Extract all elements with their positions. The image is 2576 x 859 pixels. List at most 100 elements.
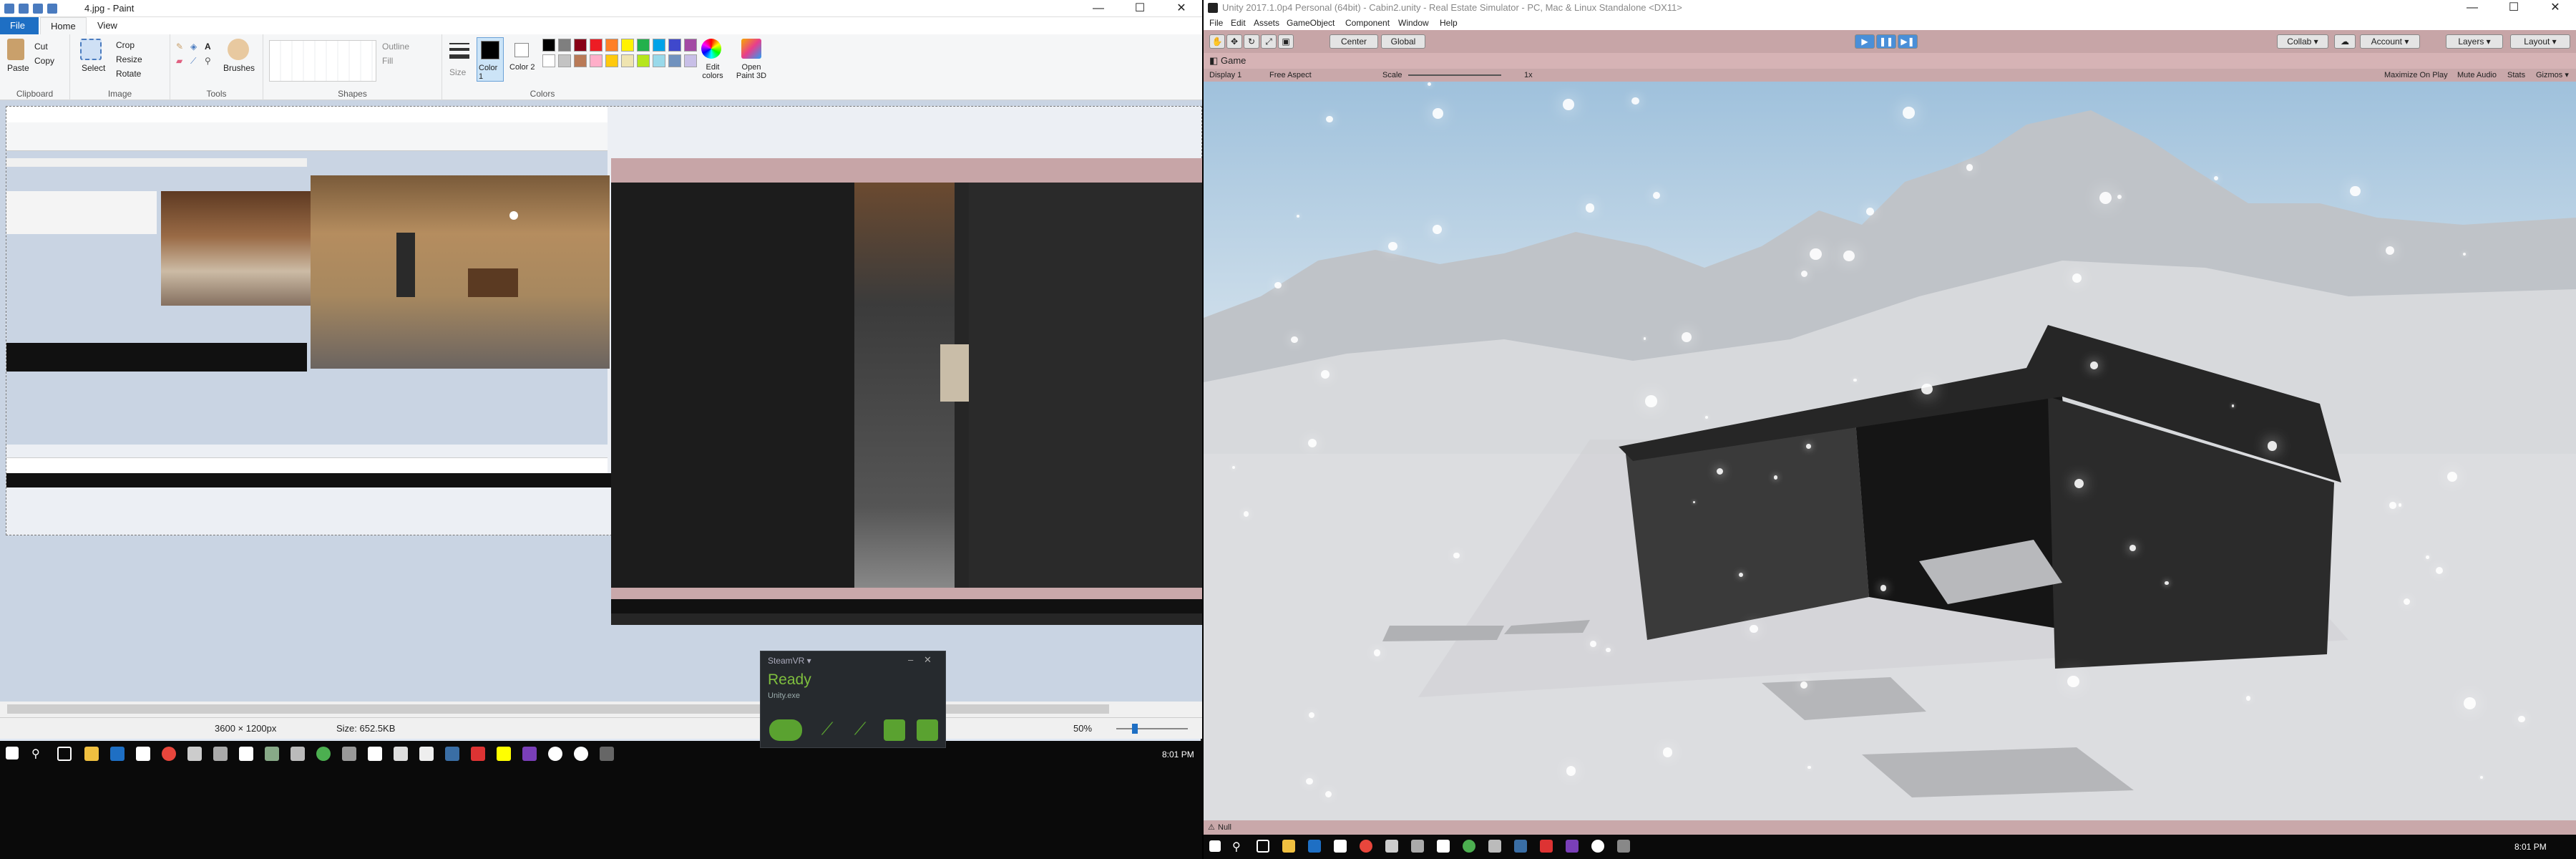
app-icon-7[interactable] xyxy=(239,747,253,761)
app-icon-r13[interactable] xyxy=(1591,840,1604,853)
paste-button[interactable]: Paste xyxy=(7,63,29,73)
step-button[interactable]: ▶❚ xyxy=(1898,34,1918,49)
palette-swatch[interactable] xyxy=(590,39,602,52)
gizmos-dropdown[interactable]: Gizmos ▾ xyxy=(2536,69,2569,82)
outline-dropdown[interactable]: Outline xyxy=(382,42,409,52)
minimize-button[interactable]: — xyxy=(1078,0,1119,17)
palette-swatch[interactable] xyxy=(542,39,555,52)
palette-swatch[interactable] xyxy=(684,54,697,67)
task-view-icon-2[interactable] xyxy=(1257,840,1269,853)
base-station-2-icon[interactable] xyxy=(917,719,938,741)
steamvr-minimize-button[interactable]: – xyxy=(908,654,913,665)
store-icon-2[interactable] xyxy=(1334,840,1347,853)
menu-window[interactable]: Window xyxy=(1398,16,1429,30)
app-icon-14[interactable] xyxy=(419,747,434,761)
app-icon-16[interactable] xyxy=(471,747,485,761)
palette-swatch[interactable] xyxy=(621,39,634,52)
steam-icon[interactable] xyxy=(445,747,459,761)
save-icon[interactable] xyxy=(19,4,29,14)
collab-dropdown[interactable]: Collab ▾ xyxy=(2277,34,2328,49)
text-tool-icon[interactable]: A xyxy=(205,42,211,52)
start-button-icon-2[interactable] xyxy=(1209,840,1221,852)
app-icon-r11[interactable] xyxy=(1540,840,1553,853)
app-icon-5[interactable] xyxy=(187,747,202,761)
app-icon-r8[interactable] xyxy=(1463,840,1475,853)
menu-component[interactable]: Component xyxy=(1345,16,1390,30)
size-selector[interactable] xyxy=(449,39,469,67)
redo-icon[interactable] xyxy=(47,4,57,14)
palette-swatch[interactable] xyxy=(653,39,665,52)
chrome-icon[interactable] xyxy=(162,747,176,761)
select-icon[interactable] xyxy=(80,39,102,60)
fill-bucket-icon[interactable]: ◈ xyxy=(190,42,197,52)
tab-game[interactable]: Game xyxy=(1221,53,1246,69)
headset-icon[interactable] xyxy=(769,719,802,741)
paint3d-icon[interactable] xyxy=(741,39,761,59)
steam-icon-2[interactable] xyxy=(1514,840,1527,853)
quick-access-toolbar[interactable] xyxy=(4,4,57,14)
paste-icon[interactable] xyxy=(7,39,24,60)
app-icon-13[interactable] xyxy=(394,747,408,761)
resize-button[interactable]: Resize xyxy=(116,54,142,64)
app-icon-r5[interactable] xyxy=(1385,840,1398,853)
palette-swatch[interactable] xyxy=(668,39,681,52)
file-explorer-icon-2[interactable] xyxy=(1282,840,1295,853)
layout-dropdown[interactable]: Layout ▾ xyxy=(2510,34,2570,49)
fill-dropdown[interactable]: Fill xyxy=(382,56,393,66)
search-icon-2[interactable]: ⚲ xyxy=(1232,840,1246,854)
maximize-on-play-toggle[interactable]: Maximize On Play xyxy=(2384,69,2448,82)
move-tool-icon[interactable]: ✥ xyxy=(1226,34,1242,49)
copy-button[interactable]: Copy xyxy=(34,56,54,66)
zoom-slider-thumb[interactable] xyxy=(1132,724,1138,734)
play-button[interactable]: ▶ xyxy=(1855,34,1875,49)
chrome-icon-2[interactable] xyxy=(1360,840,1372,853)
scale-slider[interactable] xyxy=(1408,74,1501,76)
magnifier-icon[interactable]: ⚲ xyxy=(205,56,211,66)
select-button[interactable]: Select xyxy=(82,63,105,73)
app-icon-r6[interactable] xyxy=(1411,840,1424,853)
app-icon-11[interactable] xyxy=(342,747,356,761)
palette-swatch[interactable] xyxy=(668,54,681,67)
palette-swatch[interactable] xyxy=(542,54,555,67)
palette-swatch[interactable] xyxy=(558,54,571,67)
unity-taskbar-icon[interactable] xyxy=(1617,840,1630,853)
maximize-button[interactable]: ☐ xyxy=(1119,0,1161,17)
horizontal-scrollbar[interactable] xyxy=(0,702,1202,717)
edge-icon-2[interactable] xyxy=(1308,840,1321,853)
cut-button[interactable]: Cut xyxy=(34,42,48,52)
stats-toggle[interactable]: Stats xyxy=(2507,69,2525,82)
app-icon-20[interactable] xyxy=(574,747,588,761)
color1-selector[interactable]: Color 1 xyxy=(477,37,504,82)
app-icon-9[interactable] xyxy=(291,747,305,761)
layers-dropdown[interactable]: Layers ▾ xyxy=(2446,34,2503,49)
rotate-tool-icon[interactable]: ↻ xyxy=(1244,34,1259,49)
edit-colors-button[interactable]: Edit colors xyxy=(697,63,728,80)
game-viewport[interactable] xyxy=(1204,82,2576,820)
color-picker-icon[interactable]: ⟋ xyxy=(190,56,196,67)
brushes-icon[interactable] xyxy=(228,39,249,60)
open-paint3d-button[interactable]: Open Paint 3D xyxy=(734,63,769,80)
steamvr-menu[interactable]: SteamVR ▾ xyxy=(768,656,811,666)
app-icon-17[interactable] xyxy=(497,747,511,761)
rotate-button[interactable]: Rotate xyxy=(116,69,141,79)
menu-gameobject[interactable]: GameObject xyxy=(1287,16,1335,30)
shapes-gallery[interactable] xyxy=(269,40,376,82)
console-status-text[interactable]: Null xyxy=(1218,820,1231,835)
eraser-icon[interactable]: ▰ xyxy=(176,56,182,66)
scale-tool-icon[interactable]: ⤢ xyxy=(1261,34,1277,49)
palette-swatch[interactable] xyxy=(637,54,650,67)
menu-edit[interactable]: Edit xyxy=(1231,16,1246,30)
menu-file[interactable]: File xyxy=(1209,16,1223,30)
pencil-icon[interactable]: ✎ xyxy=(176,42,183,52)
app-icon-19[interactable] xyxy=(548,747,562,761)
palette-swatch[interactable] xyxy=(684,39,697,52)
palette-swatch[interactable] xyxy=(605,39,618,52)
taskbar-clock-right[interactable]: 8:01 PM xyxy=(2514,842,2547,852)
mail-icon[interactable] xyxy=(368,747,382,761)
close-button[interactable]: ✕ xyxy=(1161,0,1202,17)
mute-audio-toggle[interactable]: Mute Audio xyxy=(2457,69,2497,82)
palette-swatch[interactable] xyxy=(621,54,634,67)
zoom-slider[interactable] xyxy=(1116,728,1188,729)
display-dropdown[interactable]: Display 1 xyxy=(1209,69,1241,82)
edge-icon[interactable] xyxy=(110,747,125,761)
